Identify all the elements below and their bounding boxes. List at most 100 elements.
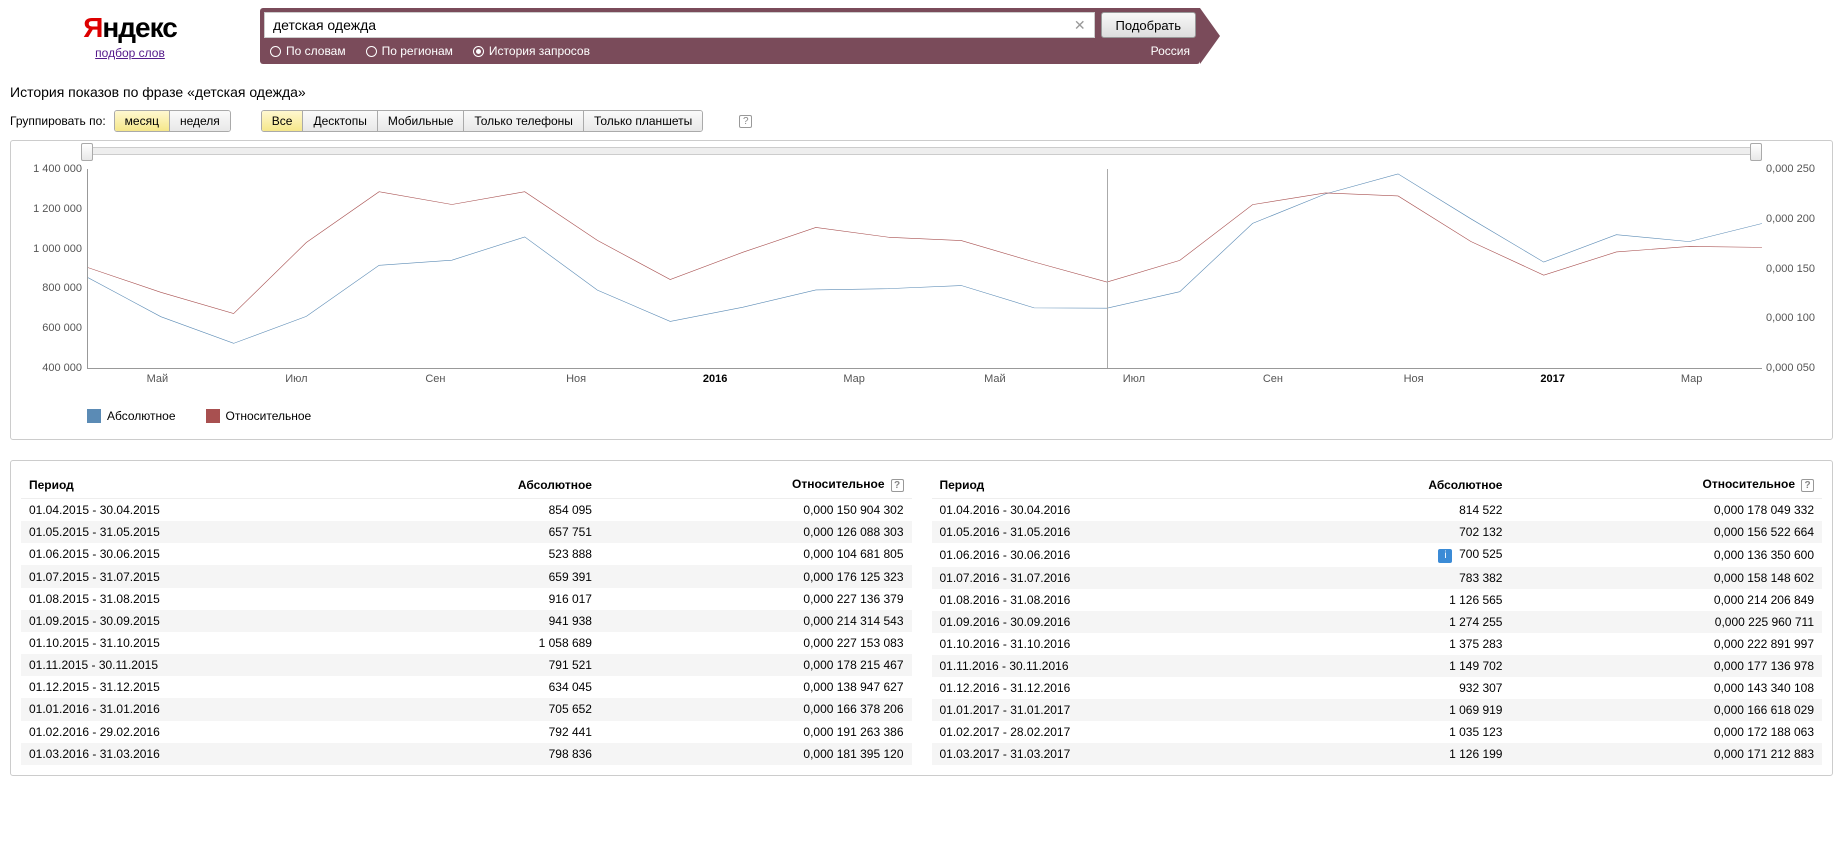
device-desktop[interactable]: Десктопы bbox=[303, 111, 377, 131]
y-left-tick: 400 000 bbox=[26, 362, 82, 374]
x-tick: Сен bbox=[1263, 373, 1283, 385]
cell-period: 01.06.2015 - 30.06.2015 bbox=[21, 543, 380, 565]
cell-rel: 0,000 222 891 997 bbox=[1510, 633, 1822, 655]
table-row: 01.06.2015 - 30.06.2015523 8880,000 104 … bbox=[21, 543, 912, 565]
cell-abs: 854 095 bbox=[380, 499, 600, 522]
x-tick: Ноя bbox=[1404, 373, 1424, 385]
group-by-toggle: месяц неделя bbox=[114, 110, 231, 132]
help-icon[interactable]: ? bbox=[1801, 479, 1814, 492]
cell-period: 01.02.2017 - 28.02.2017 bbox=[932, 721, 1291, 743]
tab-history[interactable]: История запросов bbox=[473, 44, 590, 58]
radio-icon bbox=[270, 46, 281, 57]
cell-rel: 0,000 166 378 206 bbox=[600, 698, 912, 720]
table-row: 01.06.2016 - 30.06.2016i 700 5250,000 13… bbox=[932, 543, 1823, 567]
clear-icon[interactable]: ✕ bbox=[1074, 17, 1086, 34]
cell-period: 01.03.2016 - 31.03.2016 bbox=[21, 743, 380, 765]
cell-abs: 1 274 255 bbox=[1290, 611, 1510, 633]
cell-rel: 0,000 227 136 379 bbox=[600, 588, 912, 610]
cell-rel: 0,000 150 904 302 bbox=[600, 499, 912, 522]
cell-period: 01.01.2016 - 31.01.2016 bbox=[21, 698, 380, 720]
th-period: Период bbox=[932, 471, 1291, 499]
cell-period: 01.12.2015 - 31.12.2015 bbox=[21, 676, 380, 698]
search-input[interactable] bbox=[265, 13, 1066, 37]
slider-handle-right[interactable] bbox=[1750, 143, 1762, 161]
cell-rel: 0,000 178 215 467 bbox=[600, 654, 912, 676]
cell-period: 01.04.2016 - 30.04.2016 bbox=[932, 499, 1291, 522]
table-row: 01.12.2015 - 31.12.2015634 0450,000 138 … bbox=[21, 676, 912, 698]
cell-rel: 0,000 126 088 303 bbox=[600, 521, 912, 543]
group-month[interactable]: месяц bbox=[115, 111, 170, 131]
cell-rel: 0,000 214 314 543 bbox=[600, 610, 912, 632]
logo-y: Я bbox=[83, 12, 102, 43]
cell-rel: 0,000 104 681 805 bbox=[600, 543, 912, 565]
th-abs: Абсолютное bbox=[1290, 471, 1510, 499]
cell-period: 01.09.2016 - 30.09.2016 bbox=[932, 611, 1291, 633]
table-row: 01.09.2016 - 30.09.20161 274 2550,000 22… bbox=[932, 611, 1823, 633]
cell-abs: 1 126 565 bbox=[1290, 589, 1510, 611]
x-tick: Июл bbox=[285, 373, 307, 385]
device-all[interactable]: Все bbox=[262, 111, 304, 131]
cell-rel: 0,000 138 947 627 bbox=[600, 676, 912, 698]
tab-regions[interactable]: По регионам bbox=[366, 44, 453, 58]
cell-abs: 1 126 199 bbox=[1290, 743, 1510, 765]
device-toggle: Все Десктопы Мобильные Только телефоны Т… bbox=[261, 110, 703, 132]
device-mobile[interactable]: Мобильные bbox=[378, 111, 465, 131]
cell-abs: 932 307 bbox=[1290, 677, 1510, 699]
cell-period: 01.09.2015 - 30.09.2015 bbox=[21, 610, 380, 632]
cell-period: 01.06.2016 - 30.06.2016 bbox=[932, 543, 1291, 567]
table-row: 01.01.2017 - 31.01.20171 069 9190,000 16… bbox=[932, 699, 1823, 721]
th-rel: Относительное? bbox=[1510, 471, 1822, 499]
y-left-tick: 600 000 bbox=[26, 322, 82, 334]
y-left-tick: 800 000 bbox=[26, 282, 82, 294]
cell-abs: 1 035 123 bbox=[1290, 721, 1510, 743]
device-phones[interactable]: Только телефоны bbox=[464, 111, 584, 131]
logo-subtitle-link[interactable]: подбор слов bbox=[95, 46, 165, 60]
x-tick: 2016 bbox=[703, 373, 727, 385]
y-left-tick: 1 000 000 bbox=[26, 243, 82, 255]
y-right-tick: 0,000 100 bbox=[1766, 312, 1826, 324]
table-row: 01.04.2016 - 30.04.2016814 5220,000 178 … bbox=[932, 499, 1823, 522]
cell-period: 01.11.2015 - 30.11.2015 bbox=[21, 654, 380, 676]
slider-handle-left[interactable] bbox=[81, 143, 93, 161]
region-label[interactable]: Россия bbox=[1151, 44, 1190, 58]
chart-area: 1 400 0001 200 0001 000 000800 000600 00… bbox=[87, 169, 1762, 369]
swatch-abs-icon bbox=[87, 409, 101, 423]
legend: Абсолютное Относительное bbox=[21, 389, 1822, 429]
cell-period: 01.10.2015 - 31.10.2015 bbox=[21, 632, 380, 654]
swatch-rel-icon bbox=[206, 409, 220, 423]
table-row: 01.12.2016 - 31.12.2016932 3070,000 143 … bbox=[932, 677, 1823, 699]
group-week[interactable]: неделя bbox=[170, 111, 230, 131]
cell-rel: 0,000 225 960 711 bbox=[1510, 611, 1822, 633]
device-tablets[interactable]: Только планшеты bbox=[584, 111, 702, 131]
cell-abs: 1 069 919 bbox=[1290, 699, 1510, 721]
cell-rel: 0,000 156 522 664 bbox=[1510, 521, 1822, 543]
x-axis: МайИюлСенНоя2016МарМайИюлСенНоя2017Мар bbox=[87, 373, 1762, 389]
table-row: 01.10.2015 - 31.10.20151 058 6890,000 22… bbox=[21, 632, 912, 654]
th-rel: Относительное? bbox=[600, 471, 912, 499]
table-row: 01.10.2016 - 31.10.20161 375 2830,000 22… bbox=[932, 633, 1823, 655]
cell-period: 01.01.2017 - 31.01.2017 bbox=[932, 699, 1291, 721]
th-abs: Абсолютное bbox=[380, 471, 600, 499]
y-right-tick: 0,000 200 bbox=[1766, 213, 1826, 225]
cell-rel: 0,000 171 212 883 bbox=[1510, 743, 1822, 765]
radio-icon bbox=[366, 46, 377, 57]
info-icon[interactable]: i bbox=[1438, 549, 1452, 563]
x-tick: Сен bbox=[425, 373, 445, 385]
cell-abs: 791 521 bbox=[380, 654, 600, 676]
logo-rest: ндекс bbox=[102, 12, 176, 43]
cell-abs: 657 751 bbox=[380, 521, 600, 543]
help-icon[interactable]: ? bbox=[891, 479, 904, 492]
search-button[interactable]: Подобрать bbox=[1101, 12, 1196, 38]
tab-words[interactable]: По словам bbox=[270, 44, 346, 58]
y-left-tick: 1 200 000 bbox=[26, 203, 82, 215]
help-icon[interactable]: ? bbox=[739, 115, 752, 128]
range-slider[interactable] bbox=[86, 147, 1757, 155]
cell-abs: 783 382 bbox=[1290, 567, 1510, 589]
tab-words-label: По словам bbox=[286, 44, 346, 58]
logo[interactable]: Яндекс bbox=[0, 12, 260, 44]
cell-abs: i 700 525 bbox=[1290, 543, 1510, 567]
x-tick: Май bbox=[147, 373, 169, 385]
search-input-wrap: ✕ bbox=[264, 12, 1095, 38]
data-table-right: Период Абсолютное Относительное? 01.04.2… bbox=[932, 471, 1823, 765]
cell-rel: 0,000 158 148 602 bbox=[1510, 567, 1822, 589]
